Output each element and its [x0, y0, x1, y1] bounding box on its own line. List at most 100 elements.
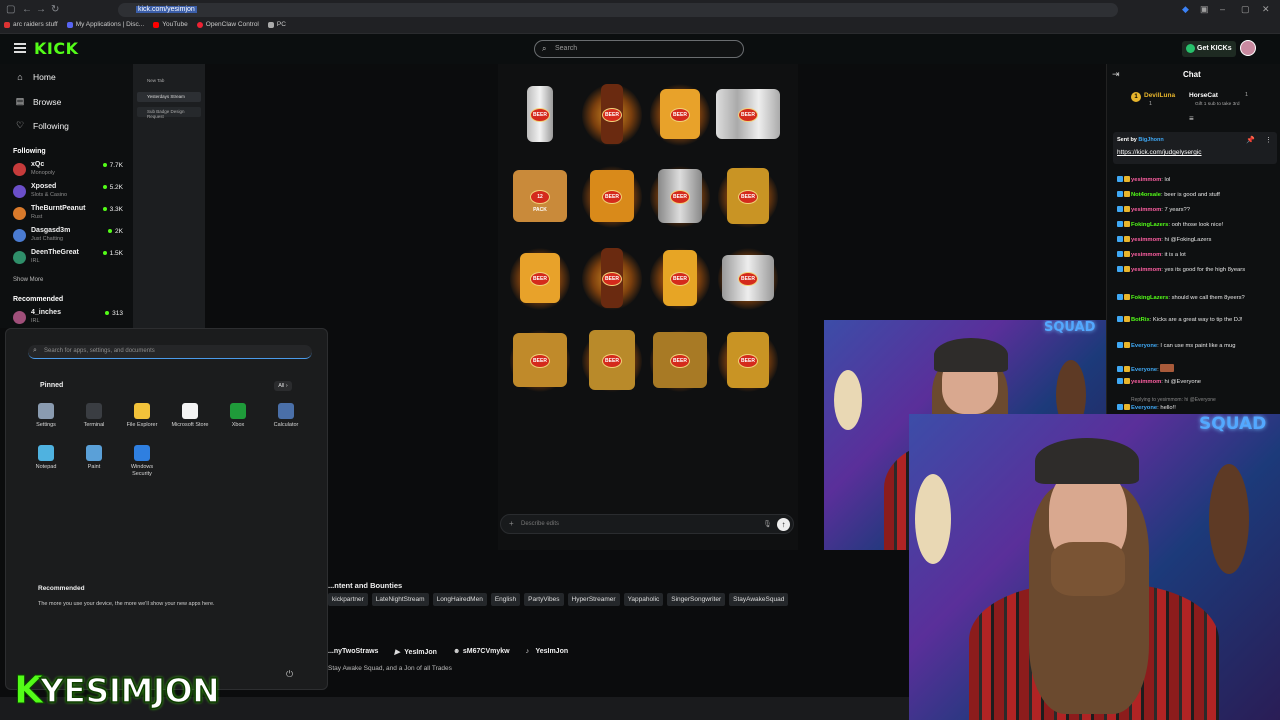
chat-username[interactable]: yesimmom — [1131, 252, 1161, 258]
search-input[interactable]: ⌕ Search — [534, 40, 744, 58]
pinned-app[interactable]: Settings — [26, 403, 66, 429]
pinned-app[interactable]: Notepad — [26, 445, 66, 471]
tab-item[interactable]: New Tab — [137, 76, 201, 86]
chat-message[interactable]: yesimmom: 7 years?? — [1117, 206, 1277, 214]
tab-item[interactable]: Sub Badge Design Request — [137, 107, 201, 119]
beer-icon-tile[interactable]: BEER — [714, 78, 782, 150]
chat-username[interactable]: yesimmom — [1131, 207, 1161, 213]
beer-icon-tile[interactable]: BEER — [714, 242, 782, 314]
followed-channel[interactable]: xQc Monopoly 7.7K — [13, 160, 125, 180]
back-icon[interactable]: ← — [22, 4, 32, 15]
chat-username[interactable]: yesimmom — [1131, 177, 1161, 183]
nav-browse[interactable]: ▤ Browse — [15, 96, 62, 107]
beer-icon-tile[interactable]: BEER — [506, 78, 574, 150]
chat-username[interactable]: yesimmom — [1131, 379, 1161, 385]
all-apps-button[interactable]: All › — [274, 381, 292, 391]
bookmark-item[interactable]: My Applications | Disc... — [66, 21, 144, 28]
chat-username[interactable]: FokingLazers — [1131, 295, 1168, 301]
chat-username[interactable]: Everyone — [1131, 343, 1157, 349]
chat-username[interactable]: BotRix — [1131, 317, 1150, 323]
reload-icon[interactable]: ↻ — [51, 4, 59, 15]
beer-icon-tile[interactable]: BEER — [578, 324, 646, 396]
start-search-input[interactable]: ⌕ Search for apps, settings, and documen… — [28, 345, 312, 359]
chat-username[interactable]: yesimmom — [1131, 267, 1161, 273]
close-icon[interactable]: ✕ — [1262, 4, 1270, 15]
collapse-chat-icon[interactable]: ⇥ — [1112, 69, 1120, 80]
tag[interactable]: kickpartner — [328, 593, 368, 606]
chat-message[interactable]: Everyone: hello!! — [1117, 404, 1277, 412]
minimize-icon[interactable]: – — [1220, 4, 1225, 14]
kick-logo[interactable]: KICK — [34, 39, 79, 58]
tag[interactable]: HyperStreamer — [567, 593, 620, 606]
chat-message[interactable]: yesimmom: hi @FokingLazers — [1117, 236, 1277, 244]
social-link[interactable]: ...nyTwoStraws — [328, 648, 378, 656]
tag[interactable]: Yappaholic — [623, 593, 664, 606]
send-button[interactable]: ↑ — [777, 518, 790, 531]
pinned-app[interactable]: Paint — [74, 445, 114, 471]
avatar[interactable] — [1240, 40, 1256, 56]
gifter-name[interactable]: HorseCat — [1189, 92, 1218, 99]
social-link[interactable]: ▶ YesImJon — [394, 648, 437, 656]
beer-icon-tile[interactable]: BEER — [578, 78, 646, 150]
beer-icon-tile[interactable]: BEER — [578, 242, 646, 314]
nav-home[interactable]: ⌂ Home — [15, 72, 55, 82]
followed-channel[interactable]: TheBurntPeanut Rust 3.3K — [13, 204, 125, 224]
beer-icon-tile[interactable]: BEER — [714, 160, 782, 232]
pinned-app[interactable]: Microsoft Store — [170, 403, 210, 429]
chat-message[interactable]: FokingLazers: should we call them 8yeers… — [1117, 294, 1277, 302]
tag[interactable]: SingerSongwriter — [667, 593, 726, 606]
nav-following[interactable]: ♡ Following — [15, 120, 69, 131]
followed-channel[interactable]: Dasgasd3m Just Chatting 2K — [13, 226, 125, 246]
filter-icon[interactable]: ≡ — [1189, 114, 1194, 123]
beer-icon-tile[interactable]: 12 PACK — [506, 160, 574, 232]
tag[interactable]: LongHairedMen — [432, 593, 487, 606]
tag[interactable]: StayAwakeSquad — [729, 593, 789, 606]
maximize-icon[interactable]: ▢ — [1241, 4, 1250, 15]
show-more-link[interactable]: Show More — [13, 277, 43, 283]
beer-icon-tile[interactable]: BEER — [646, 242, 714, 314]
chat-username[interactable]: FokingLazers — [1131, 222, 1168, 228]
prompt-input[interactable]: + Describe edits 🎙 ↑ — [500, 514, 794, 534]
address-bar[interactable]: kick.com/yesimjon — [118, 3, 1118, 17]
pinned-message[interactable]: Sent by BigJhonn 📌 ⋮ https://kick.com/ju… — [1113, 132, 1277, 164]
gifter-name[interactable]: DevilLuna — [1144, 92, 1175, 99]
tag[interactable]: English — [490, 593, 521, 606]
get-kicks-button[interactable]: Get KICKs — [1182, 41, 1236, 57]
beer-icon-tile[interactable]: BEER — [646, 160, 714, 232]
chat-username[interactable]: Not4orsale — [1131, 192, 1161, 198]
followed-channel[interactable]: DeenTheGreat IRL 1.5K — [13, 248, 125, 268]
extensions-icon[interactable]: ▣ — [1200, 4, 1209, 15]
chat-message[interactable]: BotRix: Kicks are a great way to tip the… — [1117, 316, 1277, 324]
sidebar-toggle-icon[interactable]: ▢ — [6, 4, 15, 15]
power-icon[interactable]: ⏻ — [286, 669, 293, 680]
tab-item[interactable]: Yesterdays Stream — [137, 92, 201, 102]
followed-channel[interactable]: Xposed Slots & Casino 5.2K — [13, 182, 125, 202]
pinned-app[interactable]: File Explorer — [122, 403, 162, 429]
beer-icon-tile[interactable]: BEER — [714, 324, 782, 396]
bookmark-item[interactable]: arc raiders stuff — [4, 21, 58, 28]
chat-username[interactable]: Everyone — [1131, 405, 1157, 411]
social-link[interactable]: ☻ sM67CVmykw — [453, 648, 510, 656]
social-link[interactable]: ♪ YesImJon — [526, 648, 569, 656]
microphone-icon[interactable]: 🎙 — [763, 520, 772, 528]
beer-icon-tile[interactable]: BEER — [506, 324, 574, 396]
pinned-app[interactable]: Xbox — [218, 403, 258, 429]
beer-icon-tile[interactable]: BEER — [506, 242, 574, 314]
pinned-app[interactable]: Windows Security — [122, 445, 162, 478]
chat-message[interactable]: yesimmom: yes its good for the high 8yea… — [1117, 266, 1277, 274]
more-icon[interactable]: ⋮ — [1265, 136, 1272, 144]
pin-icon[interactable]: 📌 — [1246, 136, 1255, 144]
bookmark-item[interactable]: OpenClaw Control — [196, 21, 259, 28]
bookmark-item[interactable]: YouTube — [153, 21, 188, 28]
chat-message[interactable]: yesimmom: it is a lot — [1117, 251, 1277, 259]
beer-icon-tile[interactable]: BEER — [646, 324, 714, 396]
chat-message[interactable]: FokingLazers: ooh those look nice! — [1117, 221, 1277, 229]
add-icon[interactable]: + — [509, 519, 514, 528]
chat-message[interactable]: Everyone: I can use ms paint like a mug — [1117, 342, 1277, 350]
chat-message[interactable]: Not4orsale: beer is good and stuff — [1117, 191, 1277, 199]
tag[interactable]: PartyVibes — [524, 593, 564, 606]
beer-icon-tile[interactable]: BEER — [646, 78, 714, 150]
chat-username[interactable]: yesimmom — [1131, 237, 1161, 243]
tag[interactable]: LateNightStream — [371, 593, 429, 606]
pinned-app[interactable]: Terminal — [74, 403, 114, 429]
